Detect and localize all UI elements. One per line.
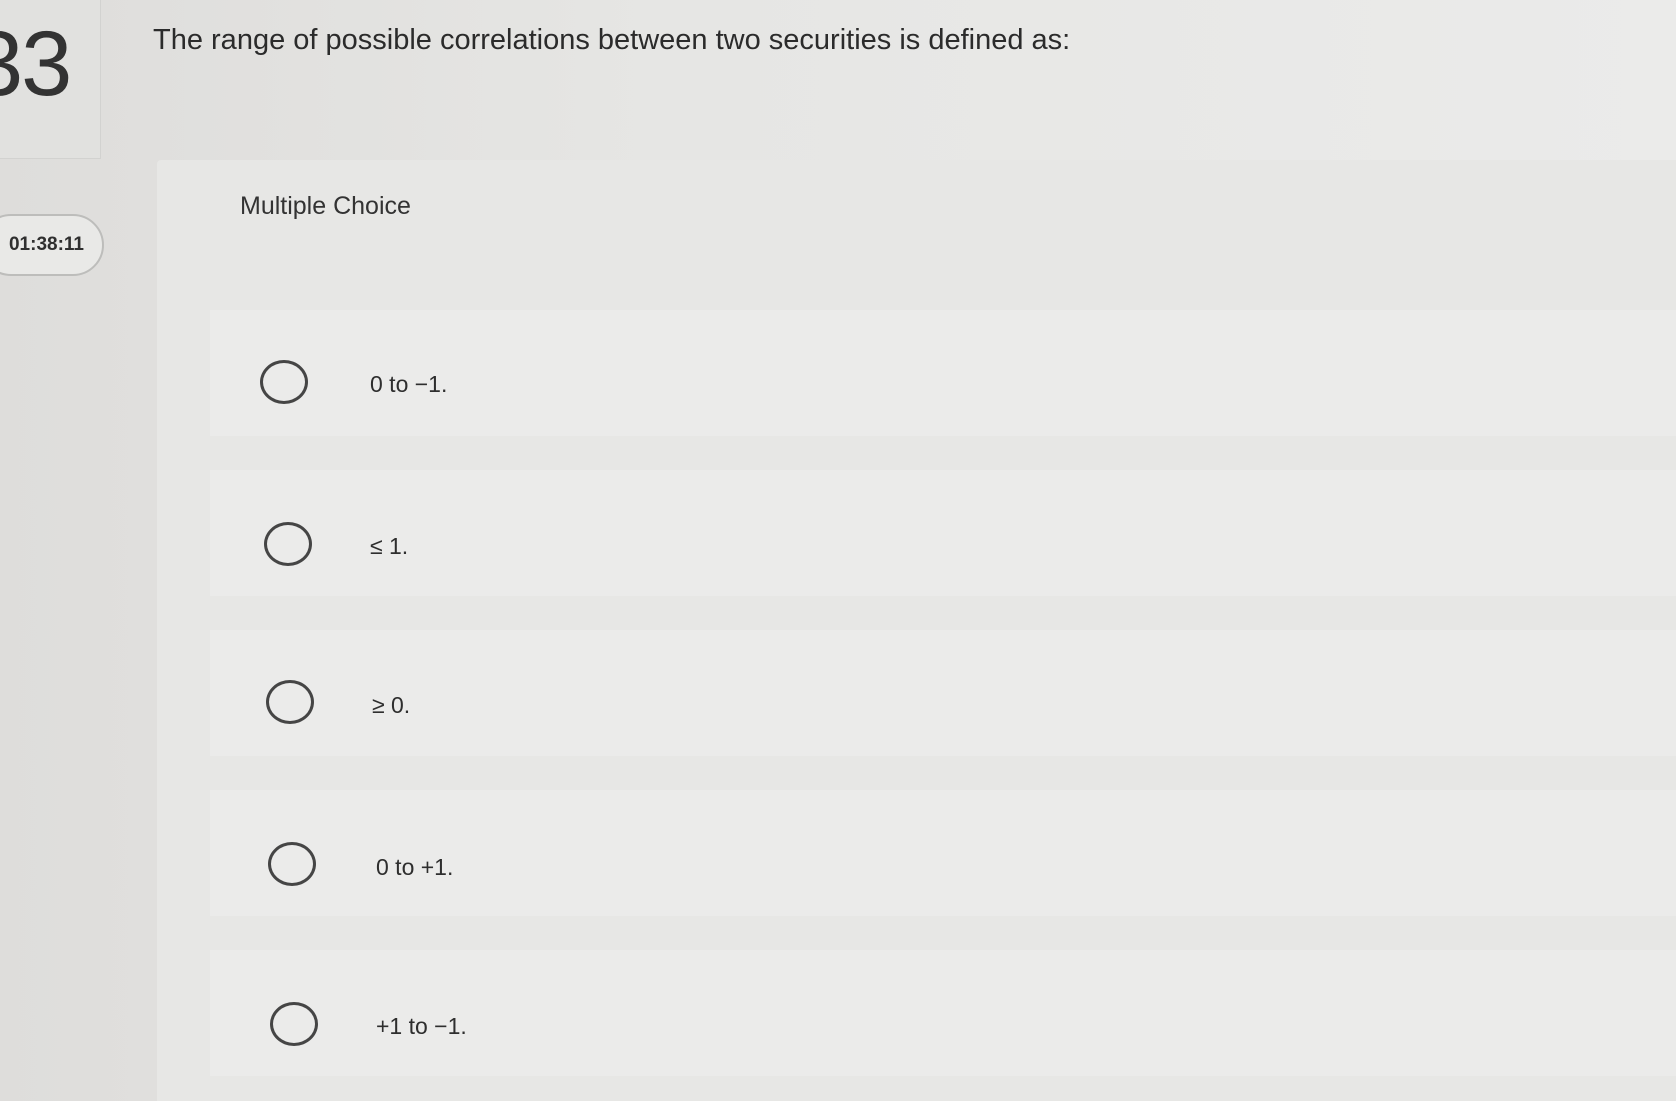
question-number: 33 xyxy=(0,13,72,115)
question-number-box: 33 xyxy=(0,0,101,159)
answer-option-label: ≥ 0. xyxy=(372,692,411,718)
countdown-timer: 01:38:11 xyxy=(0,214,104,276)
answer-option-label: ≤ 1. xyxy=(370,533,409,559)
quiz-screen: 33 01:38:11 The range of possible correl… xyxy=(0,0,1676,1101)
answer-option-5[interactable]: +1 to −1. xyxy=(210,950,1676,1076)
question-text: The range of possible correlations betwe… xyxy=(153,24,1071,56)
answer-option-4[interactable]: 0 to +1. xyxy=(210,790,1676,916)
answer-option-label: +1 to −1. xyxy=(376,1013,467,1039)
section-label: Multiple Choice xyxy=(240,192,411,220)
answer-option-label: 0 to −1. xyxy=(370,371,448,397)
radio-button[interactable] xyxy=(270,1002,318,1046)
answer-option-3[interactable]: ≥ 0. xyxy=(210,630,1676,756)
answer-option-label: 0 to +1. xyxy=(376,854,454,880)
radio-button[interactable] xyxy=(264,522,312,566)
radio-button[interactable] xyxy=(260,360,308,404)
answer-option-2[interactable]: ≤ 1. xyxy=(210,470,1676,596)
answer-option-1[interactable]: 0 to −1. xyxy=(210,310,1676,436)
radio-button[interactable] xyxy=(266,680,314,724)
radio-button[interactable] xyxy=(268,842,316,886)
